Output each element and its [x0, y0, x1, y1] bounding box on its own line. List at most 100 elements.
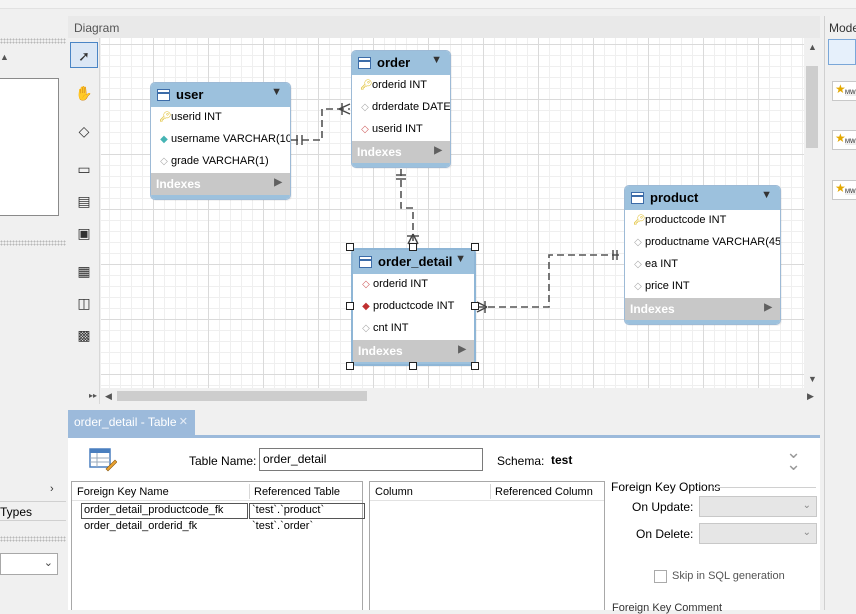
header-separator — [490, 484, 491, 499]
column-row[interactable]: ◇ drderdate DATE — [352, 97, 450, 119]
column-row[interactable]: ◆ productcode INT — [353, 296, 474, 318]
resize-handle[interactable] — [409, 362, 417, 370]
column-row[interactable]: ◇ ea INT — [625, 254, 780, 276]
tab-order-detail-table[interactable]: order_detail - Table ✕ — [68, 410, 195, 435]
expand-triangle-icon[interactable]: ▶ — [458, 344, 466, 355]
indexes-section[interactable]: Indexes ▶ — [353, 340, 474, 362]
mw-star-button[interactable]: ★ MW — [832, 81, 856, 101]
diagram-vertical-scrollbar[interactable]: ▲ ▼ — [804, 38, 820, 388]
mw-star-button[interactable]: ★ MW — [832, 180, 856, 200]
resize-handle[interactable] — [471, 302, 479, 310]
column-header[interactable]: Referenced Column — [495, 486, 593, 498]
diagram-horizontal-scrollbar[interactable]: ▸▸ ◀ ▶ — [89, 388, 820, 404]
column-header[interactable]: Column — [375, 486, 413, 498]
fk-name-cell[interactable]: order_detail_orderid_fk — [82, 520, 247, 534]
schema-value: test — [551, 453, 573, 467]
eraser-icon[interactable]: ◇ — [70, 118, 98, 144]
column-row[interactable]: ◇ grade VARCHAR(1) — [151, 151, 290, 173]
table-row[interactable]: order_detail_productcode_fk `test`.`prod… — [72, 503, 365, 519]
skip-sql-checkbox[interactable] — [654, 570, 667, 583]
image-icon[interactable]: ▣ — [70, 220, 98, 246]
table-header[interactable]: product ▼ — [625, 186, 780, 210]
table-header[interactable]: order_detail ▼ — [353, 250, 474, 274]
expand-triangle-icon[interactable]: ▶ — [434, 145, 442, 156]
column-row[interactable]: ◇ userid INT — [352, 119, 450, 141]
indexes-section[interactable]: Indexes ▶ — [625, 298, 780, 320]
on-delete-select[interactable]: ⌄ — [699, 523, 817, 544]
rel-orderdetail-product[interactable] — [477, 254, 623, 308]
scroll-left-icon[interactable]: ◀ — [105, 391, 112, 402]
left-collapse-icon[interactable]: ▲ — [0, 52, 9, 62]
indexes-section[interactable]: Indexes ▶ — [352, 141, 450, 163]
indexes-section[interactable]: Indexes ▶ — [151, 173, 290, 195]
foreign-key-list[interactable]: Foreign Key Name Referenced Table order_… — [71, 481, 365, 610]
scroll-down-icon[interactable]: ▼ — [808, 374, 817, 384]
routine-group-icon[interactable]: ▩ — [70, 322, 98, 348]
resize-handle[interactable] — [346, 362, 354, 370]
table-header[interactable]: order ▼ — [352, 51, 450, 75]
on-update-label: On Update: — [632, 500, 694, 514]
resize-handle[interactable] — [471, 362, 479, 370]
column-row[interactable]: ◇ price INT — [625, 276, 780, 298]
note-icon[interactable]: ▤ — [70, 188, 98, 214]
column-header[interactable]: Foreign Key Name — [77, 486, 169, 498]
column-row[interactable]: ◇ productname VARCHAR(45) — [625, 232, 780, 254]
layer-icon[interactable]: ▭ — [70, 156, 98, 182]
double-chevron-down-icon[interactable]: ⌄ ⌄ — [786, 443, 801, 473]
column-row[interactable]: ◇ cnt INT — [353, 318, 474, 340]
resize-handle[interactable] — [346, 243, 354, 251]
left-dropdown[interactable]: ⌄ — [0, 553, 58, 575]
column-label: productcode INT — [373, 300, 455, 312]
left-dock-grip-2[interactable] — [0, 240, 66, 246]
scroll-corner-icon[interactable]: ▸▸ — [89, 391, 97, 400]
table-icon[interactable]: ▦ — [70, 258, 98, 284]
entity-table-order-detail[interactable]: order_detail ▼ ◇ orderid INT ◆ productcode… — [351, 248, 476, 366]
fk-column-list[interactable]: Column Referenced Column — [369, 481, 605, 610]
column-row[interactable]: 🔑︎productcode INT — [625, 210, 780, 232]
entity-table-product[interactable]: product ▼ 🔑︎productcode INT ◇ productname… — [624, 185, 781, 325]
resize-handle[interactable] — [346, 302, 354, 310]
hand-icon[interactable]: ✋ — [70, 80, 98, 106]
column-row[interactable]: ◇ orderid INT — [353, 274, 474, 296]
fk-ref-cell[interactable]: `test`.`order` — [250, 520, 364, 534]
collapse-triangle-icon[interactable]: ▼ — [431, 54, 442, 66]
expand-triangle-icon[interactable]: ▶ — [274, 177, 282, 188]
resize-handle[interactable] — [471, 243, 479, 251]
scroll-right-icon[interactable]: ▶ — [807, 391, 814, 402]
types-row[interactable]: Types — [0, 501, 66, 521]
column-row[interactable]: 🔑︎orderid INT — [352, 75, 450, 97]
resize-handle[interactable] — [409, 243, 417, 251]
expand-triangle-icon[interactable]: ▶ — [764, 302, 772, 313]
entity-table-user[interactable]: user ▼ 🔑︎userid INT ◆ username VARCHAR(10… — [150, 82, 291, 200]
scrollbar-thumb[interactable] — [806, 66, 818, 148]
scrollbar-thumb[interactable] — [117, 391, 367, 401]
entity-table-order[interactable]: order ▼ 🔑︎orderid INT ◇ drderdate DATE ◇ u… — [351, 50, 451, 168]
view-icon[interactable]: ◫ — [70, 290, 98, 316]
close-icon[interactable]: ✕ — [179, 415, 188, 428]
collapse-triangle-icon[interactable]: ▼ — [761, 189, 772, 201]
fk-name-cell[interactable]: order_detail_productcode_fk — [81, 503, 248, 519]
rel-order-orderdetail[interactable] — [400, 169, 414, 244]
pointer-icon[interactable]: ➚ — [70, 42, 98, 68]
column-row[interactable]: ◆ username VARCHAR(10) — [151, 129, 290, 151]
column-label: productname VARCHAR(45) — [645, 236, 781, 248]
table-icon — [631, 192, 644, 204]
left-dock-grip-3[interactable] — [0, 536, 66, 542]
left-scroll-right-icon[interactable]: › — [50, 483, 54, 495]
model-toolbar-icon[interactable] — [828, 39, 856, 65]
fk-ref-cell[interactable]: `test`.`product` — [249, 503, 365, 519]
table-row[interactable]: order_detail_orderid_fk `test`.`order` — [72, 519, 362, 535]
left-dock-grip[interactable] — [0, 38, 66, 44]
scroll-up-icon[interactable]: ▲ — [808, 42, 817, 52]
collapse-triangle-icon[interactable]: ▼ — [271, 86, 282, 98]
mw-star-button[interactable]: ★ MW — [832, 130, 856, 150]
collapse-triangle-icon[interactable]: ▼ — [455, 253, 466, 265]
table-header[interactable]: user ▼ — [151, 83, 290, 107]
column-header[interactable]: Referenced Table — [254, 486, 340, 498]
on-update-select[interactable]: ⌄ — [699, 496, 817, 517]
column-label: orderid INT — [372, 79, 428, 91]
table-name-label: Table Name: — [189, 454, 257, 468]
column-row[interactable]: 🔑︎userid INT — [151, 107, 290, 129]
rel-user-order[interactable] — [291, 108, 350, 141]
table-name-input[interactable]: order_detail — [259, 448, 483, 471]
